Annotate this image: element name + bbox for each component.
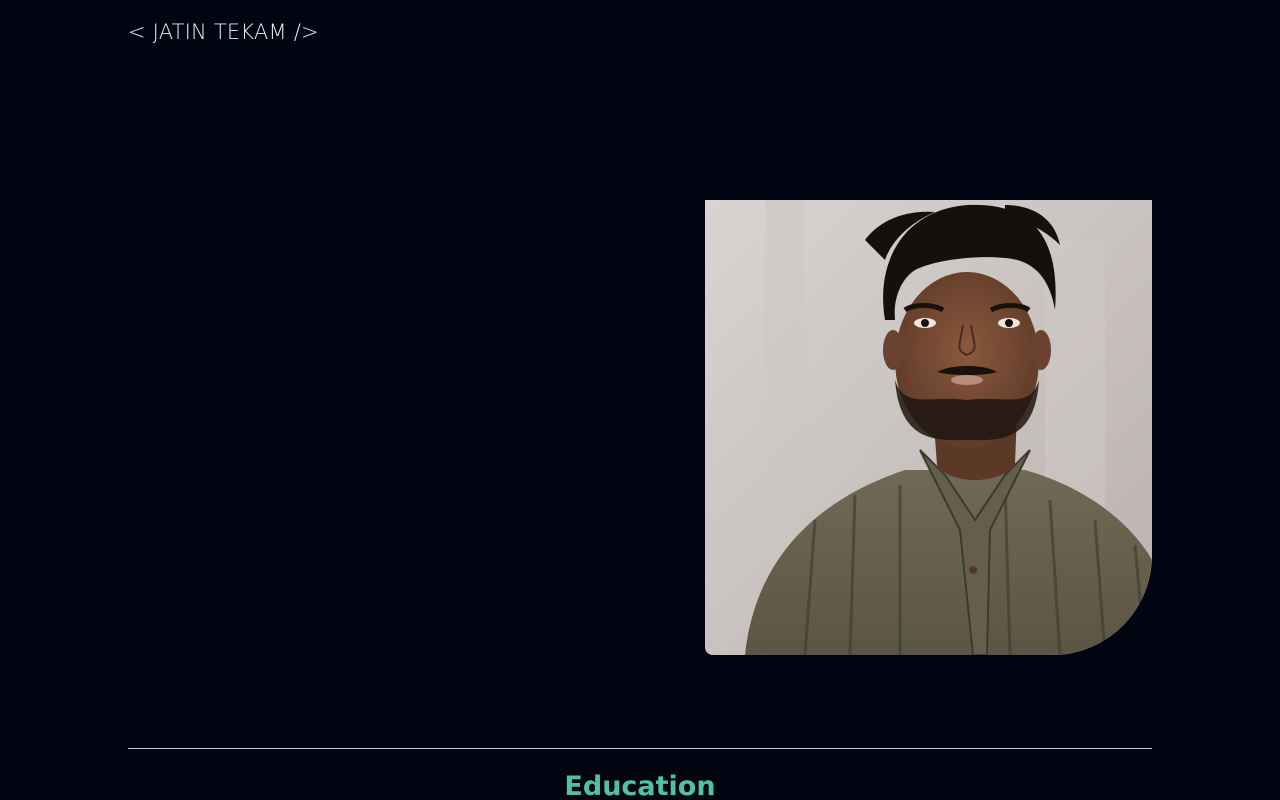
profile-photo [705,200,1152,655]
hero-intro-area [128,200,648,655]
site-logo[interactable]: < JATIN TEKAM /> [128,20,319,44]
education-heading: Education [564,771,716,800]
portfolio-page: < JATIN TEKAM /> Education [0,0,1280,800]
section-divider [128,748,1152,749]
portrait-icon [705,200,1152,655]
